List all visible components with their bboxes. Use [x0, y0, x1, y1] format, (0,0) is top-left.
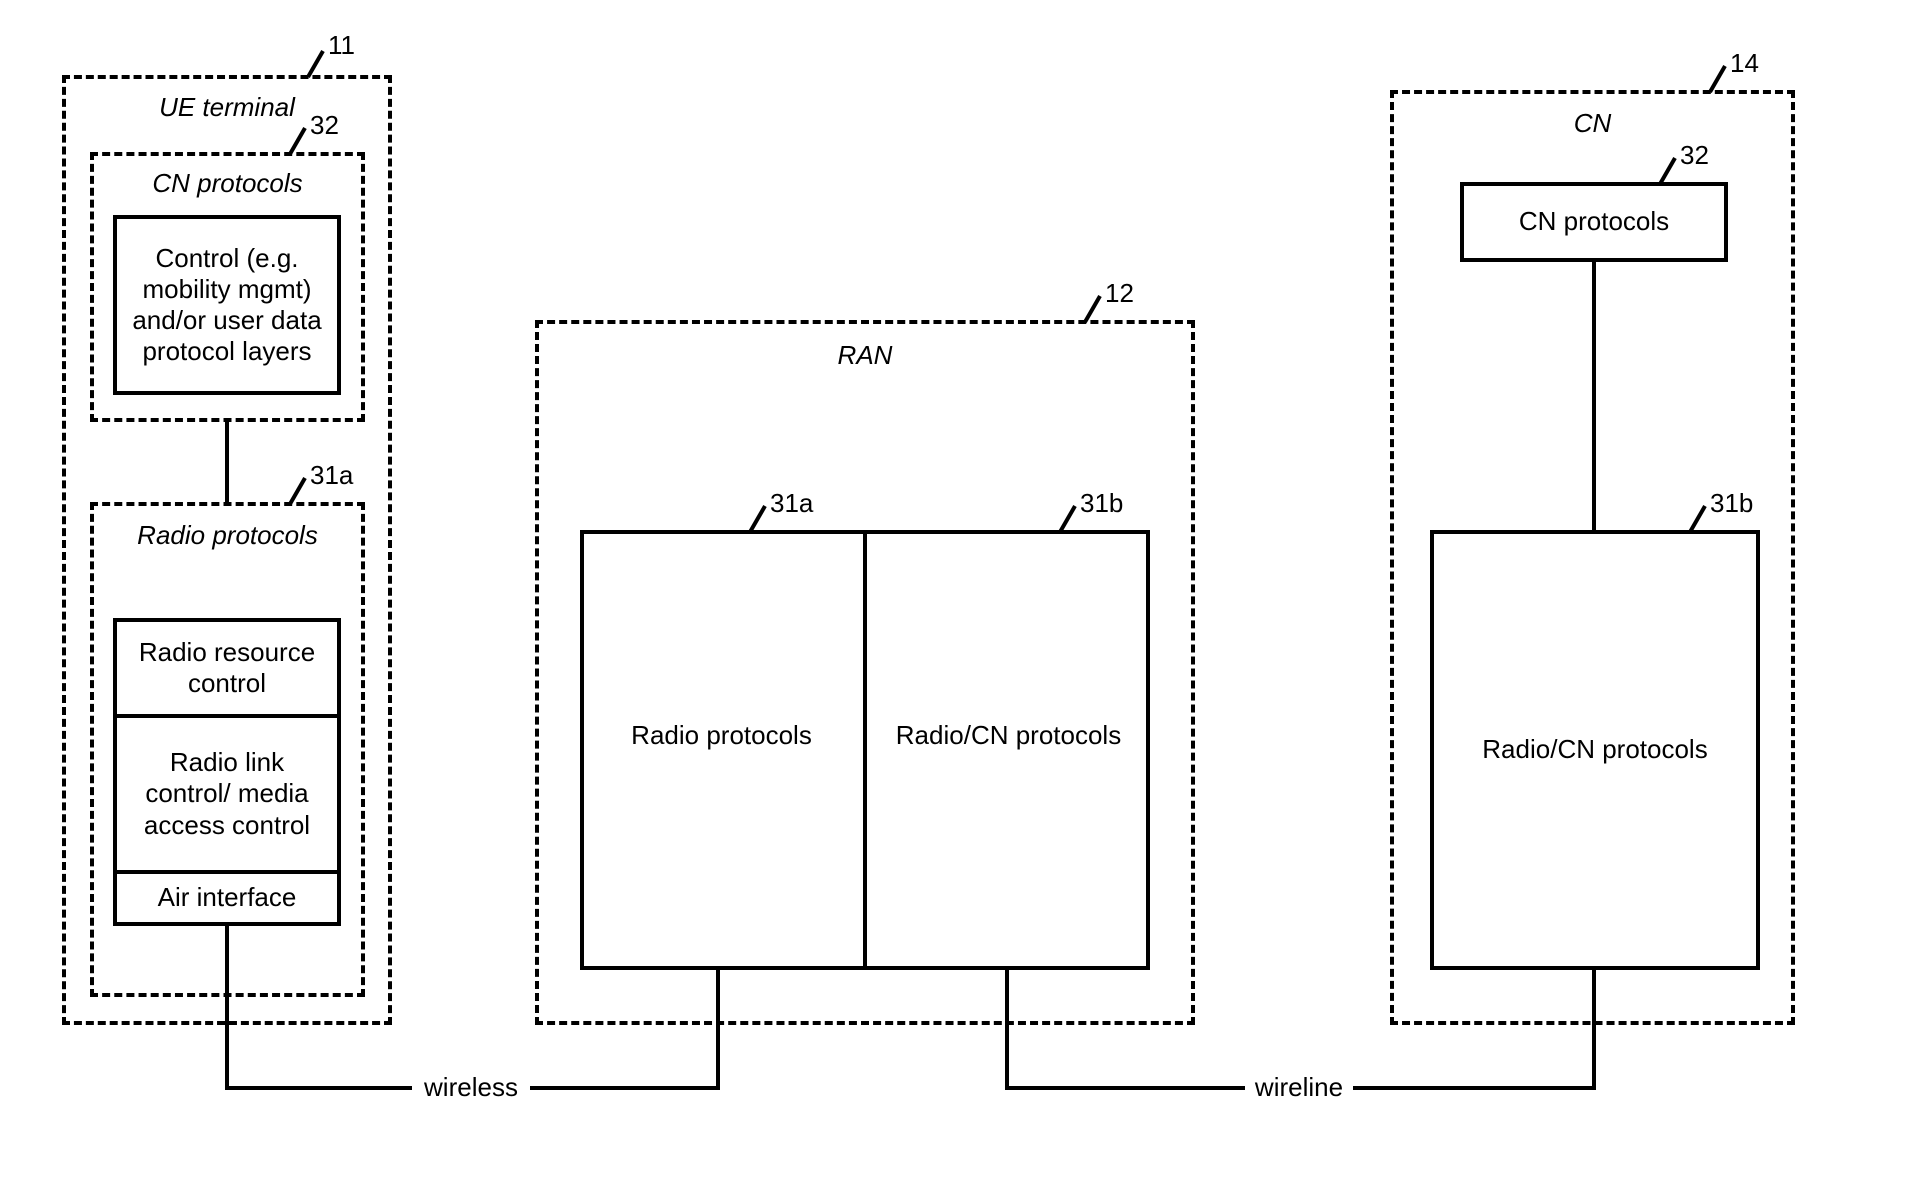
wireless-v1: [225, 926, 229, 1090]
cn-title: CN: [1390, 108, 1795, 139]
wireline-v2: [1592, 970, 1596, 1090]
ue-title: UE terminal: [62, 92, 392, 123]
ue-internal-connector: [225, 422, 229, 502]
cn-internal-connector: [1592, 262, 1596, 530]
ran-left-label: Radio protocols: [580, 720, 863, 751]
ran-title: RAN: [535, 340, 1195, 371]
ran-ref: 12: [1105, 278, 1134, 309]
ref-tick: [1083, 295, 1101, 323]
wireless-v2: [716, 970, 720, 1090]
cn-top: CN protocols: [1460, 182, 1728, 262]
ue-rrc: Radio resource control: [113, 618, 341, 718]
cn-bottom-label: Radio/CN protocols: [1482, 734, 1707, 765]
ue-rlc: Radio link control/ media access control: [113, 714, 341, 874]
ue-rlc-text: Radio link control/ media access control: [144, 747, 310, 841]
ran-right-label: Radio/CN protocols: [867, 720, 1150, 751]
cn-top-label: CN protocols: [1519, 206, 1669, 237]
ue-cn-inner-text: Control (e.g. mobility mgmt) and/or user…: [132, 243, 321, 368]
ue-radio-title: Radio protocols: [90, 520, 365, 551]
cn-top-ref: 32: [1680, 140, 1709, 171]
cn-ref: 14: [1730, 48, 1759, 79]
ue-cn-title: CN protocols: [90, 168, 365, 199]
ue-radio-ref: 31a: [310, 460, 353, 491]
wireless-label: wireless: [412, 1072, 530, 1103]
cn-bottom-ref: 31b: [1710, 488, 1753, 519]
ue-air-text: Air interface: [158, 882, 297, 913]
wireline-v1: [1005, 970, 1009, 1090]
ran-right-ref: 31b: [1080, 488, 1123, 519]
ue-ref: 11: [328, 30, 355, 61]
ran-left-ref: 31a: [770, 488, 813, 519]
ue-air: Air interface: [113, 870, 341, 926]
ue-rrc-text: Radio resource control: [139, 637, 315, 699]
cn-bottom: Radio/CN protocols: [1430, 530, 1760, 970]
ref-tick: [1708, 65, 1726, 93]
ue-cn-ref: 32: [310, 110, 339, 141]
diagram-stage: 11 UE terminal 32 CN protocols Control (…: [0, 0, 1915, 1189]
ref-tick: [306, 50, 324, 78]
wireline-label: wireline: [1245, 1072, 1353, 1103]
ue-cn-inner: Control (e.g. mobility mgmt) and/or user…: [113, 215, 341, 395]
